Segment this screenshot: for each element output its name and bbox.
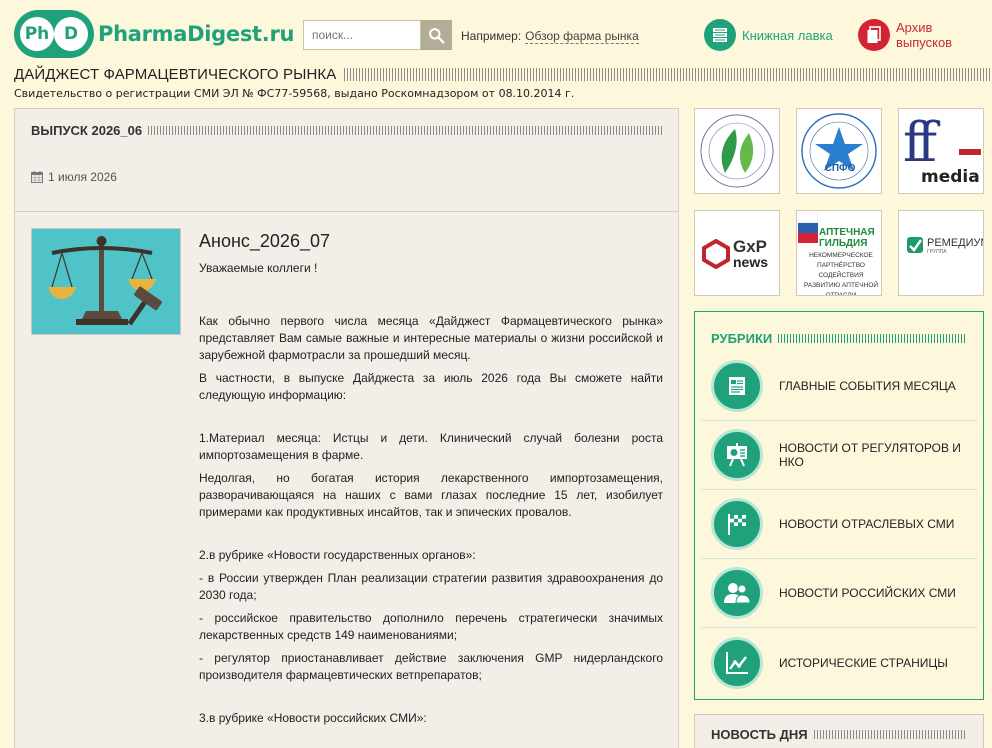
archive-link[interactable]: Архив выпусков [858,19,992,51]
users-icon [711,567,763,619]
search-form [303,20,452,50]
issue-date-text: 1 июля 2026 [48,170,117,184]
article: Анонс_2026_07 Уважаемые коллеги ! Как об… [15,212,678,727]
archive-label: Архив выпусков [895,20,953,50]
rubric-regulators[interactable]: НОВОСТИ ОТ РЕГУЛЯТОРОВ И НКО [701,421,977,490]
partner-spfo-logo[interactable]: СПФО [796,108,882,194]
article-paragraph: 3.в рубрике «Новости российских СМИ»: [199,711,427,725]
logo-badge-d: D [54,17,88,51]
rubrics-panel: РУБРИКИ ГЛАВНЫЕ СОБЫТИЯ МЕСЯЦА НОВОСТИ О… [694,311,984,700]
logo-badge-ph: Ph [20,17,54,51]
star-logo-icon [801,113,877,189]
issue-date: 1 июля 2026 [31,170,662,184]
calendar-icon [31,171,43,183]
guild-title: АПТЕЧНАЯ ГИЛЬДИЯ [819,227,875,249]
article-paragraph: 1.Материал месяца: Истцы и дети. Клиниче… [199,431,663,462]
article-body: Анонс_2026_07 Уважаемые коллеги ! Как об… [199,232,663,727]
flag-logo-icon [798,213,818,243]
remedium-name: РЕМЕДИУМ [927,237,984,249]
partner-remedium-logo[interactable]: РЕМЕДИУМ ГРУППА [898,210,984,296]
rubrics-divider [778,333,967,343]
issue-title: ВЫПУСК 2026_06 [31,123,143,138]
ffmedia-word: media [921,167,980,187]
news-of-day-title: НОВОСТЬ ДНЯ [711,727,808,742]
article-paragraph: - российское правительство дополнило пер… [199,611,663,642]
presentation-icon [711,429,763,481]
article-paragraph: Как обычно первого числа месяца «Дайджес… [199,314,663,362]
article-greeting: Уважаемые коллеги ! [199,261,318,275]
search-example-link[interactable]: Обзор фарма рынка [525,29,639,44]
partner-guild-logo[interactable]: АПТЕЧНАЯ ГИЛЬДИЯ НЕКОММЕРЧЕСКОЕ ПАРТНЁРС… [796,210,882,296]
article-title[interactable]: Анонс_2026_07 [199,232,663,250]
issue-divider [148,126,662,135]
article-paragraph: В частности, в выпуске Дайджеста за июль… [199,371,663,402]
rubric-main-events[interactable]: ГЛАВНЫЕ СОБЫТИЯ МЕСЯЦА [701,352,977,421]
gxp-bottom: news [733,254,769,270]
article-paragraph: - регулятор приостанавливает действие за… [199,651,663,682]
gxp-hex-icon [702,239,730,269]
news-of-day-header: НОВОСТЬ ДНЯ [695,715,983,748]
book-shop-link[interactable]: Книжная лавка [704,19,833,51]
news-of-day-divider [813,730,967,739]
document-icon [711,360,763,412]
spfo-label: СПФО [824,163,856,174]
search-icon [429,27,445,43]
issue-header: ВЫПУСК 2026_06 1 июля 2026 [15,109,678,212]
rubric-label: ИСТОРИЧЕСКИЕ СТРАНИЦЫ [779,655,948,670]
rubrics-list: ГЛАВНЫЕ СОБЫТИЯ МЕСЯЦА НОВОСТИ ОТ РЕГУЛЯ… [695,352,983,697]
issue-title-row: ВЫПУСК 2026_06 [31,123,662,138]
archive-icon [858,19,890,51]
search-button[interactable] [421,20,452,50]
rubrics-title: РУБРИКИ [711,330,773,346]
article-paragraph: 2.в рубрике «Новости государственных орг… [199,548,476,562]
main-panel: ВЫПУСК 2026_06 1 июля 2026 Анонс_2026_07… [14,108,679,748]
book-shop-label: Книжная лавка [742,27,833,43]
rubric-label: НОВОСТИ РОССИЙСКИХ СМИ [779,586,956,600]
partner-gxp-logo[interactable]: GxP news [694,210,780,296]
partner-arfp-logo[interactable] [694,108,780,194]
checkered-flag-icon [711,498,763,550]
article-paragraph: Недолгая, но богатая история лекарственн… [199,471,663,519]
rubric-russian-media[interactable]: НОВОСТИ РОССИЙСКИХ СМИ [701,559,977,628]
search-example-label: Например: [461,29,522,43]
search-example: Например: Обзор фарма рынка [461,29,639,44]
license-text: Свидетельство о регистрации СМИ ЭЛ № ФС7… [14,87,575,100]
logo-badge: Ph D [14,10,94,58]
article-paragraph: - в России утвержден План реализации стр… [199,571,663,602]
partner-ffmedia-logo[interactable]: ff media [898,108,984,194]
book-shop-icon [704,19,736,51]
guild-subtitle: НЕКОММЕРЧЕСКОЕ ПАРТНЁРСТВО СОДЕЙСТВИЯ РА… [803,252,879,296]
site-title: ДАЙДЖЕСТ ФАРМАЦЕВТИЧЕСКОГО РЫНКА [14,66,337,83]
ffmedia-ff: ff [903,111,937,174]
rubric-label: НОВОСТИ ОТРАСЛЕВЫХ СМИ [779,517,955,531]
scales-of-justice-icon [32,229,180,334]
title-divider [344,68,992,81]
site-logo[interactable]: Ph D PharmaDigest.ru [14,10,294,58]
search-input[interactable] [303,20,421,50]
rubric-label: ГЛАВНЫЕ СОБЫТИЯ МЕСЯЦА [779,379,956,393]
article-thumbnail[interactable] [31,228,181,335]
line-chart-icon [711,636,763,689]
rubric-label: НОВОСТИ ОТ РЕГУЛЯТОРОВ И НКО [779,441,961,469]
remedium-mark-icon [907,237,923,253]
news-of-day-panel: НОВОСТЬ ДНЯ [694,714,984,748]
leaf-logo-icon [700,114,774,188]
remedium-sub: ГРУППА [927,249,947,255]
rubric-industry-media[interactable]: НОВОСТИ ОТРАСЛЕВЫХ СМИ [701,490,977,559]
site-title-row: ДАЙДЖЕСТ ФАРМАЦЕВТИЧЕСКОГО РЫНКА [14,66,992,83]
rubric-history[interactable]: ИСТОРИЧЕСКИЕ СТРАНИЦЫ [701,628,977,697]
rubrics-header: РУБРИКИ [695,312,983,352]
logo-text: PharmaDigest.ru [98,22,295,46]
